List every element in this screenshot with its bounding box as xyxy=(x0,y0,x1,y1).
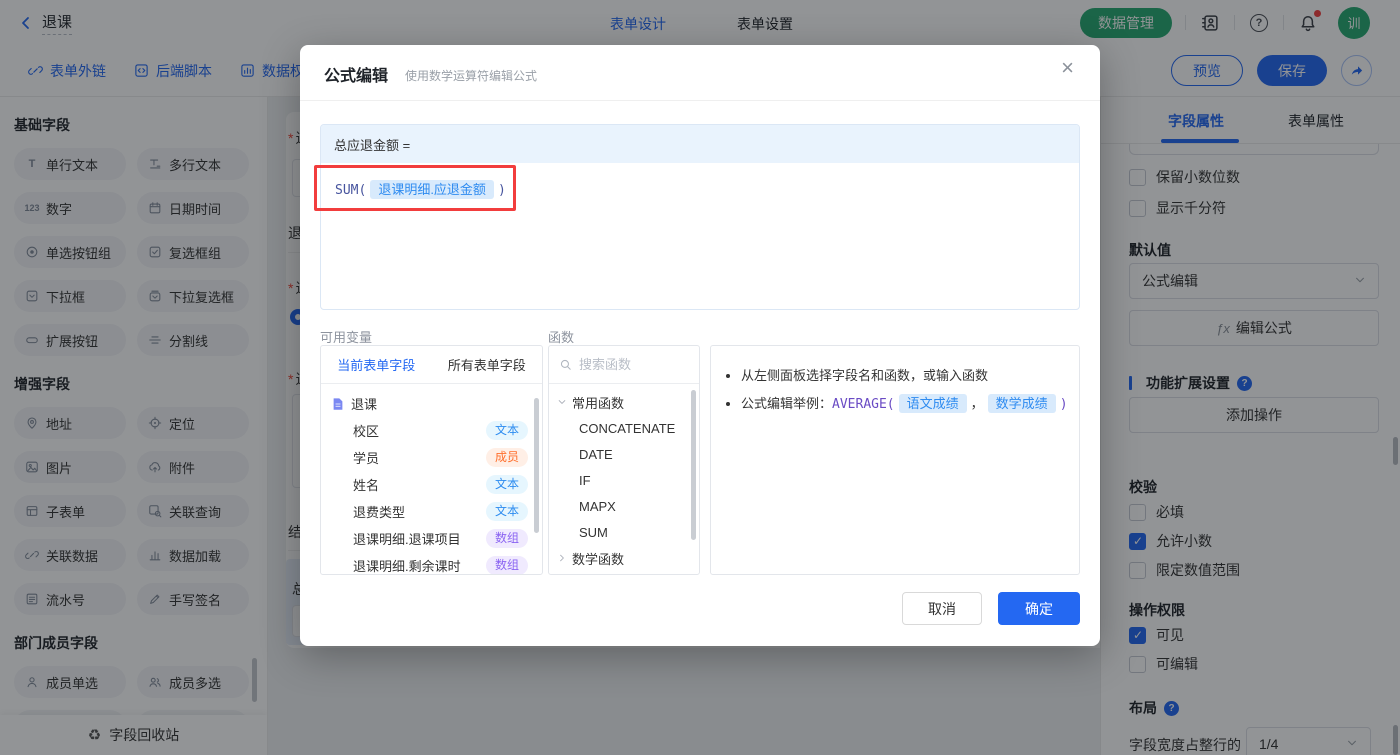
function-item[interactable]: DATE xyxy=(549,441,699,467)
function-item[interactable]: IF xyxy=(549,467,699,493)
variables-tabs: 当前表单字段 所有表单字段 xyxy=(321,346,542,384)
variables-label: 可用变量 xyxy=(320,330,373,345)
example-function: AVERAGE( xyxy=(832,397,895,412)
variable-row[interactable]: 姓名 文本 xyxy=(321,471,542,498)
variable-row[interactable]: 退课明细.剩余课时 数组 xyxy=(321,552,542,574)
variables-panel: 当前表单字段 所有表单字段 退课 校区 文本 学员 成员 姓名 文本 退费类型 文本 退… xyxy=(320,345,543,575)
modal-subtitle: 使用数学运算符编辑公式 xyxy=(405,69,538,83)
modal-title: 公式编辑 xyxy=(324,68,389,85)
app-screen: 退课 表单设计 表单设置 数据管理 ? 训 表单外链 后端脚本 数据权限 预览 … xyxy=(0,0,1400,755)
example-field-chip: 语文成绩 xyxy=(898,394,967,413)
modal-footer: 取消 确定 xyxy=(902,592,1080,625)
variables-scrollbar-thumb[interactable] xyxy=(534,398,539,533)
cancel-button[interactable]: 取消 xyxy=(902,592,982,625)
variable-row[interactable]: 校区 文本 xyxy=(321,417,542,444)
tab-current-form-fields[interactable]: 当前表单字段 xyxy=(321,346,432,383)
variable-row[interactable]: 退费类型 文本 xyxy=(321,498,542,525)
formula-editor-modal: 公式编辑 使用数学运算符编辑公式 × 总应退金额 = SUM(退课明细.应退金额… xyxy=(300,45,1100,646)
example-field-chip: 数学成绩 xyxy=(987,394,1056,413)
functions-panel: 常用函数 CONCATENATE DATE IF MAPX SUM 数学函数 文… xyxy=(548,345,700,575)
function-search xyxy=(549,346,699,384)
help-panel: 从左侧面板选择字段名和函数，或输入函数 公式编辑举例：AVERAGE(语文成绩，… xyxy=(710,345,1080,575)
formula-editor-box[interactable]: 总应退金额 = SUM(退课明细.应退金额) xyxy=(320,124,1080,310)
document-icon xyxy=(333,397,343,410)
function-group-math[interactable]: 数学函数 xyxy=(549,545,699,571)
formula-expression[interactable]: SUM(退课明细.应退金额) xyxy=(321,163,1079,214)
type-badge: 文本 xyxy=(485,475,528,494)
formula-function: SUM( xyxy=(335,183,367,198)
chevron-down-icon xyxy=(557,397,567,407)
close-icon[interactable]: × xyxy=(1061,57,1074,79)
variable-row[interactable]: 学员 成员 xyxy=(321,444,542,471)
chevron-right-icon xyxy=(557,553,567,563)
type-badge: 成员 xyxy=(485,448,528,467)
variable-tree-root[interactable]: 退课 xyxy=(321,390,542,417)
type-badge: 数组 xyxy=(485,529,528,548)
help-line-2: 公式编辑举例：AVERAGE(语文成绩，数学成绩) xyxy=(741,390,1075,419)
function-group-text[interactable]: 文本函数 xyxy=(549,571,699,574)
type-badge: 数组 xyxy=(485,556,528,574)
function-item[interactable]: CONCATENATE xyxy=(549,415,699,441)
help-line-1: 从左侧面板选择字段名和函数，或输入函数 xyxy=(741,362,1075,390)
formula-field-chip[interactable]: 退课明细.应退金额 xyxy=(370,180,494,199)
function-item[interactable]: SUM xyxy=(549,519,699,545)
formula-close-paren: ) xyxy=(497,183,506,198)
functions-label: 函数 xyxy=(548,330,575,345)
function-group-common[interactable]: 常用函数 xyxy=(549,389,699,415)
formula-target: 总应退金额 = xyxy=(321,125,1079,163)
confirm-button[interactable]: 确定 xyxy=(998,592,1080,625)
function-item[interactable]: MAPX xyxy=(549,493,699,519)
function-search-input[interactable] xyxy=(579,357,689,372)
variable-row[interactable]: 退课明细.退课项目 数组 xyxy=(321,525,542,552)
tab-all-form-fields[interactable]: 所有表单字段 xyxy=(432,346,543,383)
type-badge: 文本 xyxy=(485,502,528,521)
functions-scrollbar-thumb[interactable] xyxy=(691,390,696,540)
type-badge: 文本 xyxy=(485,421,528,440)
divider xyxy=(300,100,1100,101)
search-icon xyxy=(560,359,571,370)
